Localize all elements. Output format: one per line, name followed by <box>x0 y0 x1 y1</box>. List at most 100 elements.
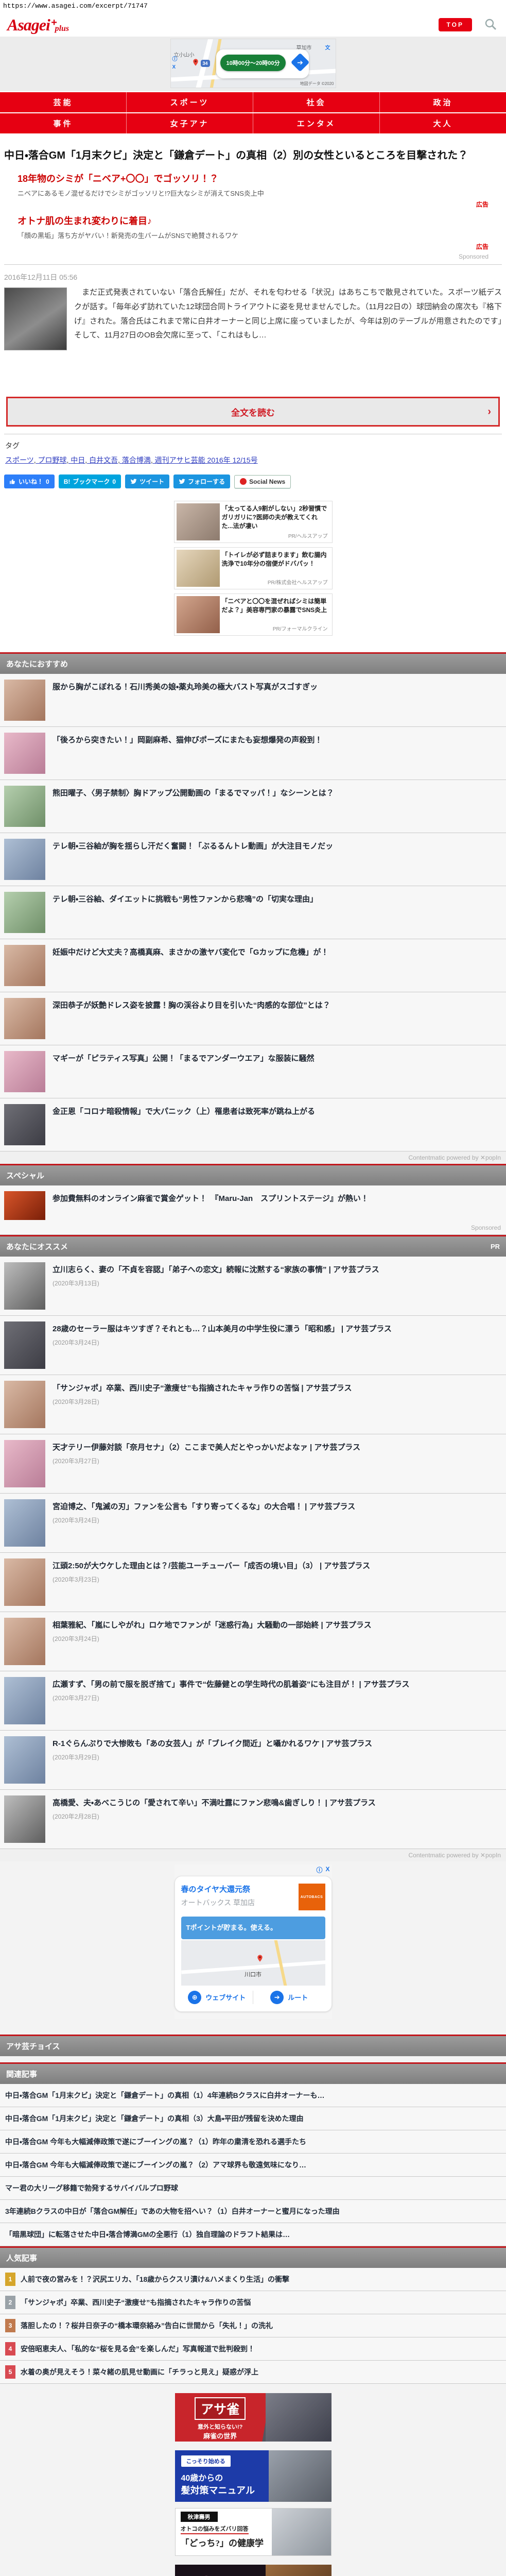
list-item[interactable]: 参加費無料のオンライン麻雀で賞金ゲット！ 『Maru-Jan スプリントステージ… <box>0 1185 506 1235</box>
related-item[interactable]: 中日・落合GM「1月末クビ」決定と「鎌倉デート」の真相（1）4年連続Bクラスに白… <box>0 2083 506 2107</box>
list-item[interactable]: テレ朝・三谷紬が胸を揺らし汗だく奮闘！「ぶるるんトレ動画」が大注目モノだッ <box>0 833 506 886</box>
hatena-bookmark-button[interactable]: B! ブックマーク 0 <box>58 474 121 488</box>
list-item[interactable]: 相葉雅紀、「嵐にしやがれ」ロケ地でファンが「迷惑行為」大騒動の一部始終 | アサ… <box>0 1612 506 1671</box>
ippai-sakaba-banner[interactable]: 一杯酒場 <box>175 2564 331 2576</box>
article-photo <box>4 287 67 350</box>
tag-link[interactable]: プロ野球 <box>38 456 71 464</box>
list-item[interactable]: 28歳のセーラー服はキツすぎ？それとも…？山本美月の中学生役に漂う「昭和感」 |… <box>0 1316 506 1375</box>
ad-info-icon[interactable]: ⓘ <box>172 55 178 62</box>
pr-card[interactable]: 「太ってる人9割がしない」2秒習慣でガリガリに?医師の夫が教えてくれた...法が… <box>173 501 333 543</box>
list-item[interactable]: 高橋愛、夫・あべこうじの「愛されて辛い」不満吐露にファン悲鳴&歯ぎしり！ | ア… <box>0 1790 506 1849</box>
thumbnail <box>4 680 45 721</box>
tag-label: タグ <box>5 442 20 450</box>
search-icon[interactable] <box>484 18 497 30</box>
social-news-button[interactable]: Social News <box>234 474 291 488</box>
hours-pill: 10時00分～20時00分 <box>220 55 286 71</box>
sponsored-link-title[interactable]: オトナ肌の生まれ変わりに着目♪ <box>18 214 488 227</box>
related-item[interactable]: 3年連続Bクラスの中日が「落合GM解任」であの大物を招へい？（1）白井オーナーと… <box>0 2199 506 2223</box>
kami-banner[interactable]: こっそり始める 40歳からの 髪対策マニュアル <box>175 2450 331 2502</box>
website-button[interactable]: ⊕ ウェブサイト <box>181 1990 253 2004</box>
follow-button[interactable]: フォローする <box>173 474 231 488</box>
thumbnail <box>4 892 45 933</box>
list-item[interactable]: 金正恩「コロナ暗殺情報」で大パニック（上）罹患者は致死率が跳ね上がる <box>0 1098 506 1151</box>
directions-icon[interactable]: ➔ <box>290 53 309 72</box>
tag-link[interactable]: スポーツ <box>5 456 38 464</box>
sponsored-link-desc: ニベアにあるモノ混ぜるだけでシミがゴッソリと!?巨大なシミが消えてSNS炎上中 <box>18 190 264 197</box>
thumbnail <box>4 1618 45 1665</box>
ad-info-icon[interactable]: ⓘ <box>316 1866 322 1874</box>
ranked-item[interactable]: 1 人前で夜の営みを！？沢尻エリカ、「18歳からクスリ漬け&ハメまくり生活」の衝撃 <box>0 2267 506 2291</box>
ranked-item[interactable]: 2 「サンジャポ」卒業、西川史子“激痩せ”も指摘されたキャラ作りの苦悩 <box>0 2291 506 2314</box>
site-header: Asagei + plus TOP <box>0 13 506 37</box>
ranked-item[interactable]: 3 落胆したの！？桜井日奈子の“橋本環奈絡み”告白に世間から「失礼！」の洗礼 <box>0 2314 506 2337</box>
facebook-like-button[interactable]: いいね！ 0 <box>4 474 55 488</box>
map-pin-icon <box>256 1953 264 1964</box>
ad-label: 広告 <box>476 243 488 250</box>
nav-otona[interactable]: 大人 <box>380 113 506 133</box>
ad-store: オートバックス 草加店 <box>181 1899 255 1907</box>
list-item[interactable]: マギーが「ピラティス写真」公開！「まるでアンダーウエア」な服装に騒然 <box>0 1045 506 1098</box>
ranked-item[interactable]: 5 水着の奥が見えそう！菜々緒の肌見せ動画に「チラっと見え」疑惑が浮上 <box>0 2360 506 2384</box>
page: https://www.asagei.com/excerpt/71747 Asa… <box>0 0 506 2576</box>
tag-link[interactable]: 落合博満 <box>122 456 155 464</box>
top-ad-zone: 立小山小 草加市 文 34 10時00分～20時00分 ➔ ⓘ X 地図データ … <box>0 37 506 91</box>
list-item[interactable]: 広瀬すず、「男の前で服を脱ぎ捨て」事件で“佐藤健との学生時代の肌着姿”にも注目が… <box>0 1671 506 1731</box>
list-item[interactable]: 「サンジャポ」卒業、西川史子“激痩せ”も指摘されたキャラ作りの苦悩 | アサ芸プ… <box>0 1375 506 1434</box>
rank-badge: 5 <box>5 2365 15 2379</box>
pr-card[interactable]: 「トイレが必ず詰まります」飲む腸内洗浄で10年分の宿便がドバパッ！ PR/株式会社… <box>173 547 333 589</box>
url-bar: https://www.asagei.com/excerpt/71747 <box>0 0 506 13</box>
list-item[interactable]: 服から胸がこぼれる！石川秀美の娘・薬丸玲美の極大バスト写真がスゴすぎッ <box>0 674 506 727</box>
sponsored-link-title[interactable]: 18年物のシミが「ニベア+〇〇」でゴッソリ！？ <box>18 172 488 185</box>
pr-card[interactable]: 「ニベアと〇〇を混ぜればシミは簡単だよ？」美容専門家の暴露でSNS炎上 PR/フォ… <box>173 594 333 636</box>
ad-headline[interactable]: 春のタイヤ大還元祭 <box>181 1884 255 1894</box>
recommend-section: あなたにオススメ PR 立川志らく、妻の「不貞を容認」「弟子への恋文」続報に沈黙す… <box>0 1235 506 1861</box>
top-button[interactable]: TOP <box>438 18 472 31</box>
nav-geino[interactable]: 芸能 <box>0 92 127 112</box>
nav-shakai[interactable]: 社会 <box>253 92 380 112</box>
nav-joshiana[interactable]: 女子アナ <box>127 113 253 133</box>
asajan-banner[interactable]: アサ雀 意外と知らない!? 麻雀の世界 <box>175 2393 331 2442</box>
banner-column: アサ雀 意外と知らない!? 麻雀の世界 こっそり始める 40歳からの 髪対策マニュアル … <box>0 2383 506 2576</box>
ad-close-icon[interactable]: X <box>325 1866 329 1874</box>
nav-jiken[interactable]: 事件 <box>0 113 127 133</box>
nav-entame[interactable]: エンタメ <box>253 113 380 133</box>
list-item[interactable]: 立川志らく、妻の「不貞を容認」「弟子への恋文」続報に沈黙する“家族の事情” | … <box>0 1257 506 1316</box>
list-item[interactable]: 宮迫博之、「鬼滅の刃」ファンを公言も「すり寄ってくるな」の大合唱！ | アサ芸プ… <box>0 1494 506 1553</box>
related-item[interactable]: 中日・落合GM 今年も大幅減俸政策で遂にブーイングの嵐？（2）アマ球界も敬遠気味… <box>0 2153 506 2177</box>
list-item[interactable]: 深田恭子が妖艶ドレス姿を披露！胸の渓谷より目を引いた“肉感的な部位”とは？ <box>0 992 506 1045</box>
tag-link[interactable]: 白井文吾 <box>89 456 122 464</box>
list-item[interactable]: 江頭2:50が大ウケした理由とは？/芸能ユーチューバー「成否の境い目」（3） |… <box>0 1553 506 1612</box>
list-item[interactable]: R-1ぐらんぷりで大惨敗も「あの女芸人」が「ブレイク間近」と囁かれるワケ | ア… <box>0 1731 506 1790</box>
related-item[interactable]: 中日・落合GM 今年も大幅減俸政策で遂にブーイングの嵐？（1）昨年の粛清を恐れる… <box>0 2130 506 2154</box>
logo-plus-icon: + <box>50 17 57 28</box>
related-item[interactable]: 中日・落合GM「1月末クビ」決定と「鎌倉デート」の真相（3）大島・平田が残留を決… <box>0 2107 506 2130</box>
banner-photo <box>268 2450 331 2502</box>
nav-sports[interactable]: スポーツ <box>127 92 253 112</box>
list-item[interactable]: テレ朝・三谷紬、ダイエットに挑戦も“男性ファンから悲鳴”の「切実な理由」 <box>0 886 506 939</box>
social-news-icon <box>240 478 247 485</box>
ad-close-icon[interactable]: X <box>172 64 178 70</box>
route-shield: 34 <box>200 60 210 67</box>
map-ad-autobacs[interactable]: ⓘ X 春のタイヤ大還元祭 オートバックス 草加店 AUTOBACS Tポイントが… <box>174 1865 332 2019</box>
list-item[interactable]: 熊田曜子、〈男子禁制〉胸ドアップ公開動画の「まるでマッパ！」なシーンとは？ <box>0 780 506 833</box>
main-nav: 芸能 スポーツ 社会 政治 事件 女子アナ エンタメ 大人 <box>0 91 506 133</box>
related-item[interactable]: マー君の大リーグ移籍で勃発するサバイバルプロ野球 <box>0 2176 506 2200</box>
section-header-choice: アサ芸チョイス <box>0 2034 506 2056</box>
nav-seiji[interactable]: 政治 <box>380 92 506 112</box>
map-credit: 地図データ ©2020 <box>300 81 334 86</box>
top-map-ad[interactable]: 立小山小 草加市 文 34 10時00分～20時00分 ➔ ⓘ X 地図データ … <box>170 39 336 88</box>
ranked-item[interactable]: 4 安倍昭恵夫人、「私的な“桜を見る会”を楽しんだ」写真報道で批判殺到！ <box>0 2337 506 2361</box>
related-item[interactable]: 「暗黒球団」に転落させた中日・落合博満GMの全悪行（1）独自理論のドラフト結果は… <box>0 2223 506 2246</box>
tag-link[interactable]: 中日 <box>71 456 89 464</box>
route-button[interactable]: ➔ ルート <box>253 1990 325 2004</box>
list-item[interactable]: 天才テリー伊藤対談「奈月セナ」（2）ここまで美人だとやっかいだよなァ | アサ芸… <box>0 1434 506 1494</box>
tweet-button[interactable]: ツイート <box>125 474 170 488</box>
site-logo[interactable]: Asagei + plus <box>7 16 69 33</box>
kenkogaku-banner[interactable]: 秋津壽男 オトコの悩みをズバリ回答 「どっち?」の健康学 <box>175 2507 331 2556</box>
tag-link[interactable]: 週刊アサヒ芸能 2016年 12/15号 <box>155 456 258 464</box>
banner-photo <box>265 2564 331 2576</box>
globe-icon: ⊕ <box>188 1990 202 2004</box>
read-more-button[interactable]: 全文を読む › <box>6 397 500 427</box>
list-item[interactable]: 妊娠中だけど大丈夫？高橋真麻、まさかの激ヤバ変化で「Gカップに危機」が！ <box>0 939 506 992</box>
list-item[interactable]: 「後ろから突きたい！」岡副麻希、猫伸びポーズにまたも妄想爆発の声殺到！ <box>0 727 506 780</box>
